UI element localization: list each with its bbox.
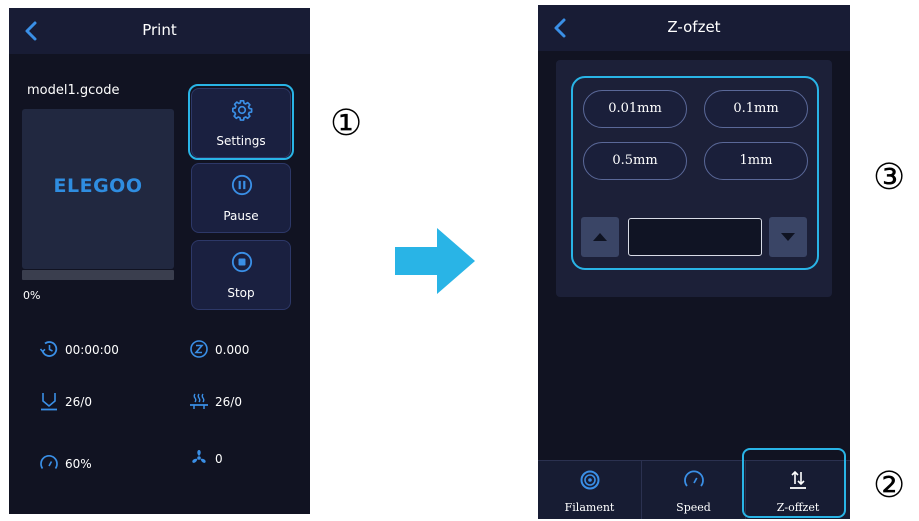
page-title: Print [142, 21, 177, 39]
model-thumbnail: ELEGOO [22, 109, 174, 269]
settings-highlight [188, 84, 294, 160]
back-button[interactable] [550, 16, 572, 40]
gauge-icon [40, 455, 58, 469]
callout-2: ② [873, 465, 906, 506]
print-topbar: Print [9, 8, 310, 54]
chevron-left-icon [554, 18, 566, 38]
chevron-left-icon [25, 21, 37, 41]
heated-bed-icon [190, 393, 208, 409]
callout-3: ③ [873, 157, 906, 198]
file-name: model1.gcode [27, 83, 120, 98]
stop-icon [231, 251, 253, 273]
stop-label: Stop [227, 286, 255, 300]
fan-value: 0 [215, 452, 223, 466]
fan-icon [192, 450, 206, 463]
callout-1: ① [330, 103, 363, 144]
gauge-icon [683, 470, 704, 487]
page-title: Z-ofzet [667, 18, 721, 36]
filament-icon [580, 470, 599, 490]
z-icon [190, 340, 208, 358]
tab-filament[interactable]: Filament [538, 461, 641, 519]
pause-button[interactable]: Pause [191, 163, 291, 233]
tab-speed[interactable]: Speed [642, 461, 745, 519]
tab-speed-label: Speed [676, 501, 711, 514]
zoffset-topbar: Z-ofzet [538, 5, 850, 51]
nozzle-icon [41, 393, 57, 411]
stop-button[interactable]: Stop [191, 240, 291, 310]
back-button[interactable] [21, 19, 43, 43]
pause-label: Pause [223, 209, 259, 223]
pause-icon [231, 174, 253, 196]
speed-value: 60% [65, 457, 92, 471]
nozzle-temp-value: 26/0 [65, 395, 92, 409]
zoffset-screen: Z-ofzet 0.01mm 0.1mm 0.5mm 1mm Filament [538, 5, 850, 519]
bed-temp-value: 26/0 [215, 395, 242, 409]
clock-icon [39, 341, 58, 357]
progress-label: 0% [23, 289, 41, 302]
arrow-right-icon [395, 228, 475, 294]
step-controls-highlight [571, 76, 819, 270]
tab-filament-label: Filament [564, 501, 615, 514]
elegoo-logo: ELEGOO [53, 175, 143, 197]
print-screen: Print model1.gcode ELEGOO 0% Settings Pa… [9, 8, 310, 514]
print-time-value: 00:00:00 [65, 343, 119, 357]
z-offset-tab-highlight [742, 448, 846, 518]
z-height-value: 0.000 [215, 343, 250, 357]
progress-bar [22, 270, 174, 280]
